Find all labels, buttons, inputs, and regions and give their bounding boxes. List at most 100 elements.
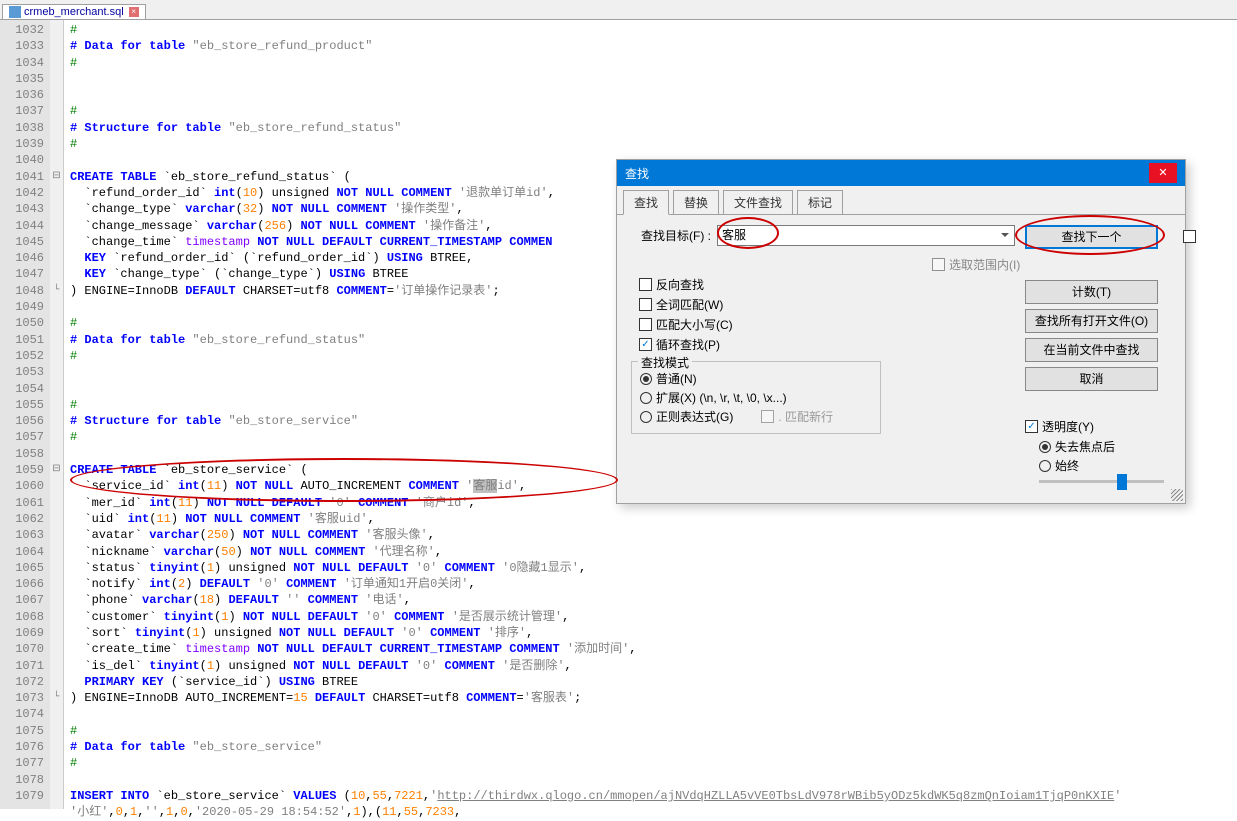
- line-number: 1079: [0, 788, 44, 804]
- line-number: 1047: [0, 266, 44, 282]
- trans-always[interactable]: 始终: [1039, 457, 1164, 474]
- fold-column[interactable]: ⊟└⊟└: [50, 20, 64, 809]
- line-number: 1036: [0, 87, 44, 103]
- code-line[interactable]: `status` tinyint(1) unsigned NOT NULL DE…: [70, 560, 1237, 576]
- line-number: 1072: [0, 674, 44, 690]
- checkbox-icon[interactable]: [1183, 230, 1196, 243]
- line-number: 1039: [0, 136, 44, 152]
- line-number: 1049: [0, 299, 44, 315]
- line-number: 1074: [0, 706, 44, 722]
- opt-match-case[interactable]: 匹配大小写(C): [639, 316, 1015, 333]
- line-number: 1045: [0, 234, 44, 250]
- dialog-tab-1[interactable]: 替换: [673, 190, 719, 214]
- code-line[interactable]: #: [70, 136, 1237, 152]
- dialog-tabs: 查找替换文件查找标记: [617, 186, 1185, 215]
- fold-marker: [50, 266, 63, 282]
- checkbox-icon: [639, 298, 652, 311]
- line-number: 1050: [0, 315, 44, 331]
- opt-backward[interactable]: 反向查找: [639, 276, 1015, 293]
- code-line[interactable]: # Data for table "eb_store_service": [70, 739, 1237, 755]
- code-line[interactable]: `customer` tinyint(1) NOT NULL DEFAULT '…: [70, 609, 1237, 625]
- code-line[interactable]: `uid` int(11) NOT NULL COMMENT '客服uid',: [70, 511, 1237, 527]
- find-next-button[interactable]: 查找下一个: [1025, 225, 1158, 249]
- find-in-current-button[interactable]: 在当前文件中查找: [1025, 338, 1158, 362]
- search-mode-group: 查找模式 普通(N) 扩展(X) (\n, \r, \t, \0, \x...)…: [631, 361, 881, 434]
- line-number: 1060: [0, 478, 44, 494]
- fold-marker: [50, 397, 63, 413]
- mode-regex[interactable]: 正则表达式(G) . 匹配新行: [640, 408, 872, 425]
- code-line[interactable]: #: [70, 22, 1237, 38]
- count-button[interactable]: 计数(T): [1025, 280, 1158, 304]
- dialog-tab-3[interactable]: 标记: [797, 190, 843, 214]
- mode-extended[interactable]: 扩展(X) (\n, \r, \t, \0, \x...): [640, 389, 872, 406]
- line-number: 1035: [0, 71, 44, 87]
- dialog-title: 查找: [625, 165, 649, 182]
- line-number: 1038: [0, 120, 44, 136]
- code-line[interactable]: PRIMARY KEY (`service_id`) USING BTREE: [70, 674, 1237, 690]
- code-line[interactable]: `is_del` tinyint(1) unsigned NOT NULL DE…: [70, 658, 1237, 674]
- code-line[interactable]: `notify` int(2) DEFAULT '0' COMMENT '订单通…: [70, 576, 1237, 592]
- tab-close-icon[interactable]: ×: [129, 7, 139, 17]
- file-tab[interactable]: crmeb_merchant.sql ×: [2, 4, 146, 19]
- line-number: 1040: [0, 152, 44, 168]
- code-line[interactable]: `phone` varchar(18) DEFAULT '' COMMENT '…: [70, 592, 1237, 608]
- code-line[interactable]: [70, 772, 1237, 788]
- checkbox-icon: [761, 410, 774, 423]
- code-line[interactable]: INSERT INTO `eb_store_service` VALUES (1…: [70, 788, 1237, 804]
- line-number: 1055: [0, 397, 44, 413]
- code-line[interactable]: #: [70, 755, 1237, 771]
- fold-marker: [50, 413, 63, 429]
- fold-marker: [50, 576, 63, 592]
- find-all-open-button[interactable]: 查找所有打开文件(O): [1025, 309, 1158, 333]
- fold-marker: [50, 185, 63, 201]
- mode-normal[interactable]: 普通(N): [640, 370, 872, 387]
- code-line[interactable]: #: [70, 103, 1237, 119]
- line-number: 1067: [0, 592, 44, 608]
- checkbox-icon: [639, 278, 652, 291]
- fold-marker: [50, 495, 63, 511]
- fold-marker: [50, 71, 63, 87]
- line-number: 1064: [0, 544, 44, 560]
- line-number: 1046: [0, 250, 44, 266]
- code-line[interactable]: [70, 71, 1237, 87]
- fold-marker[interactable]: ⊟: [50, 462, 63, 478]
- cancel-button[interactable]: 取消: [1025, 367, 1158, 391]
- code-line[interactable]: # Data for table "eb_store_refund_produc…: [70, 38, 1237, 54]
- file-icon: [9, 6, 21, 18]
- transparency-toggle[interactable]: ✓ 透明度(Y): [1025, 418, 1164, 435]
- dialog-close-button[interactable]: ✕: [1149, 163, 1177, 183]
- code-line[interactable]: #: [70, 723, 1237, 739]
- dialog-tab-2[interactable]: 文件查找: [723, 190, 793, 214]
- transparency-slider[interactable]: [1039, 480, 1164, 483]
- dialog-tab-0[interactable]: 查找: [623, 190, 669, 215]
- find-target-input[interactable]: 客服: [717, 225, 1015, 246]
- find-dialog: 查找 ✕ 查找替换文件查找标记 查找目标(F) : 客服 反向查找 全词匹配: [616, 159, 1186, 504]
- code-line[interactable]: `nickname` varchar(50) NOT NULL COMMENT …: [70, 544, 1237, 560]
- line-number: 1068: [0, 609, 44, 625]
- line-number: 1065: [0, 560, 44, 576]
- code-line[interactable]: `create_time` timestamp NOT NULL DEFAULT…: [70, 641, 1237, 657]
- code-line[interactable]: [70, 706, 1237, 722]
- fold-marker: [50, 234, 63, 250]
- code-line[interactable]: #: [70, 55, 1237, 71]
- resize-grip-icon[interactable]: [1171, 489, 1183, 501]
- opt-wrap[interactable]: ✓ 循环查找(P): [639, 336, 1015, 353]
- line-number: 1034: [0, 55, 44, 71]
- checkbox-icon: [932, 258, 945, 271]
- fold-marker: [50, 446, 63, 462]
- fold-marker: [50, 201, 63, 217]
- code-line[interactable]: [70, 87, 1237, 103]
- fold-marker: [50, 772, 63, 788]
- code-line[interactable]: # Structure for table "eb_store_refund_s…: [70, 120, 1237, 136]
- slider-thumb[interactable]: [1117, 474, 1127, 490]
- code-line[interactable]: ) ENGINE=InnoDB AUTO_INCREMENT=15 DEFAUL…: [70, 690, 1237, 706]
- code-line[interactable]: `sort` tinyint(1) unsigned NOT NULL DEFA…: [70, 625, 1237, 641]
- line-number: 1051: [0, 332, 44, 348]
- line-number: 1053: [0, 364, 44, 380]
- dialog-titlebar[interactable]: 查找 ✕: [617, 160, 1185, 186]
- code-line[interactable]: `avatar` varchar(250) NOT NULL COMMENT '…: [70, 527, 1237, 543]
- trans-on-lose-focus[interactable]: 失去焦点后: [1039, 438, 1164, 455]
- fold-marker[interactable]: ⊟: [50, 169, 63, 185]
- opt-whole-word[interactable]: 全词匹配(W): [639, 296, 1015, 313]
- line-number-gutter: 1032103310341035103610371038103910401041…: [0, 20, 50, 809]
